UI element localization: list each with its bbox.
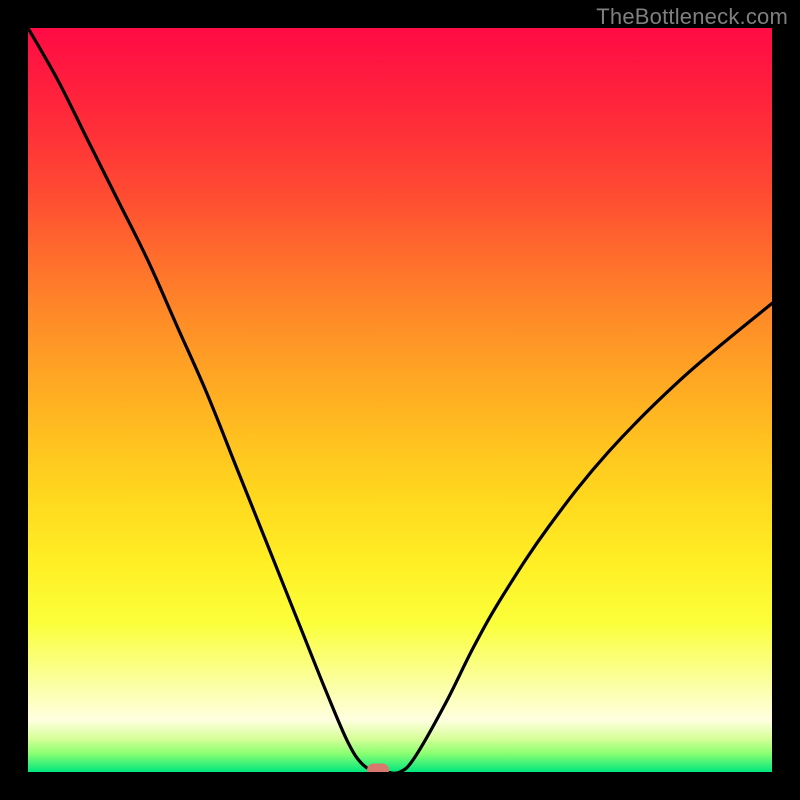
watermark-text: TheBottleneck.com [596,4,788,30]
chart-frame: TheBottleneck.com [0,0,800,800]
curve-svg [28,28,772,772]
bottleneck-curve [28,28,772,772]
plot-area [28,28,772,772]
optimal-point-marker [367,764,389,773]
